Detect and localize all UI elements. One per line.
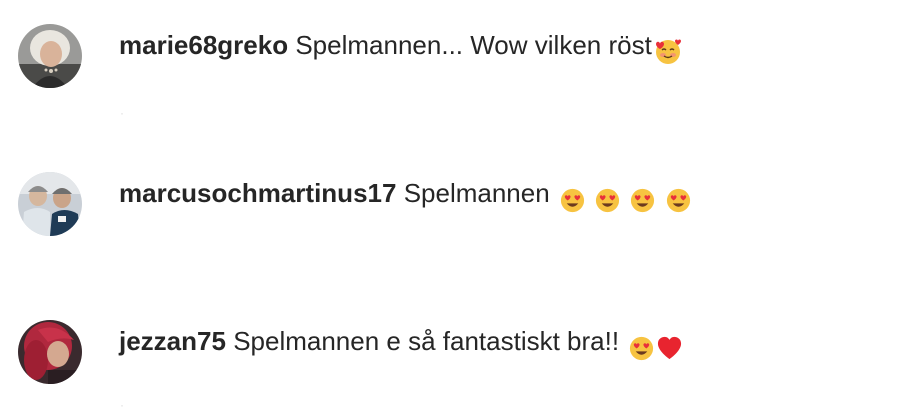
comment-emojis xyxy=(559,181,693,215)
heart-eyes-icon xyxy=(629,187,656,214)
comment-username[interactable]: marie68greko xyxy=(119,30,288,60)
avatar-jezzan75[interactable] xyxy=(18,320,82,384)
comment-emojis xyxy=(628,329,684,363)
red-heart-icon xyxy=(656,335,683,362)
heart-eyes-icon xyxy=(665,187,692,214)
heart-eyes-icon xyxy=(594,187,621,214)
avatar-marcusochmartinus17[interactable] xyxy=(18,172,82,236)
comment-username[interactable]: jezzan75 xyxy=(119,326,226,356)
comment-emojis xyxy=(654,33,683,67)
faded-reply-hint: · xyxy=(120,106,126,120)
heart-eyes-icon xyxy=(559,187,586,214)
comment-username[interactable]: marcusochmartinus17 xyxy=(119,178,396,208)
comment-content: jezzan75 Spelmannen e så fantastiskt bra… xyxy=(119,324,684,363)
comment-content: marie68greko Spelmannen... Wow vilken rö… xyxy=(119,28,683,67)
comment-text: Spelmannen e så fantastiskt bra!! xyxy=(233,326,620,356)
comment-item: marcusochmartinus17 Spelmannen xyxy=(18,172,898,242)
comment-content: marcusochmartinus17 Spelmannen xyxy=(119,176,693,215)
comment-text: Spelmannen... Wow vilken röst xyxy=(295,30,652,60)
heart-eyes-icon xyxy=(628,335,655,362)
comment-item: marie68greko Spelmannen... Wow vilken rö… xyxy=(18,24,898,94)
avatar-marie68greko[interactable] xyxy=(18,24,82,88)
smiling-face-with-hearts-icon xyxy=(654,38,682,66)
comment-item: jezzan75 Spelmannen e så fantastiskt bra… xyxy=(18,320,898,390)
faded-reply-hint: · xyxy=(120,398,126,412)
comment-text: Spelmannen xyxy=(403,178,550,208)
